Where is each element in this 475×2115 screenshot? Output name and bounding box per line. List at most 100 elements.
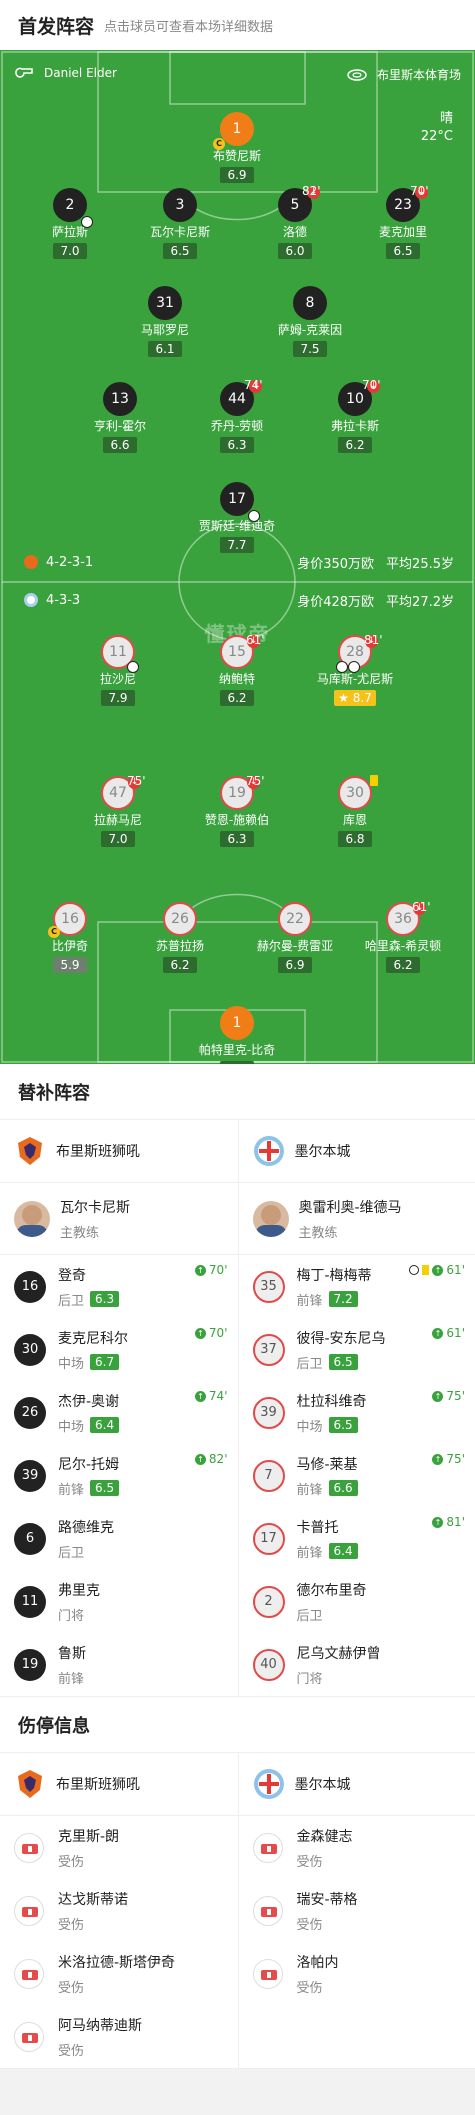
injury-row[interactable]: 米洛拉德-斯塔伊奇受伤 <box>0 1942 238 2005</box>
sub-player-row[interactable]: 19鲁斯前锋 <box>0 1633 238 1696</box>
player-rating: 6.5 <box>163 243 197 259</box>
sub-number: 37 <box>253 1334 285 1366</box>
sub-name: 杰伊-奥谢 <box>58 1391 119 1411</box>
sub-player-row[interactable]: 16登奇后卫6.3↑70' <box>0 1255 238 1318</box>
sub-number: 11 <box>14 1586 46 1618</box>
away-coach[interactable]: 奥雷利奥-维德马 主教练 <box>239 1183 475 1255</box>
player-number: 13 <box>111 391 129 407</box>
home-player[interactable]: 44↓74'乔丹-劳顿6.3 <box>177 382 297 453</box>
sub-meta: 门将 <box>58 1605 100 1624</box>
home-team-row[interactable]: 布里斯班狮吼 <box>0 1120 238 1183</box>
sub-player-row[interactable]: 2德尔布里奇后卫 <box>239 1570 475 1633</box>
sub-player-row[interactable]: 7马修-莱基前锋6.6↑75' <box>239 1444 475 1507</box>
injury-row[interactable]: 洛帕内受伤 <box>239 1942 475 2005</box>
sub-player-row[interactable]: 30麦克尼科尔中场6.7↑70' <box>0 1318 238 1381</box>
best-player-icon: ★ <box>338 691 353 705</box>
away-player[interactable]: 16C比伊奇5.9 <box>10 902 130 973</box>
injury-row[interactable]: 金森健志受伤 <box>239 1816 475 1879</box>
sub-player-row[interactable]: 39杜拉科维奇中场6.5↑75' <box>239 1381 475 1444</box>
rating-value: 7.0 <box>108 832 127 846</box>
sub-position: 门将 <box>58 1605 84 1624</box>
player-number: 22 <box>286 911 304 927</box>
home-player[interactable]: 2萨拉斯7.0 <box>10 188 130 259</box>
brisbane-logo-icon <box>14 1135 46 1167</box>
injury-row[interactable]: 阿马纳蒂迪斯受伤 <box>0 2005 238 2068</box>
yellow-card-icon <box>370 775 378 786</box>
injury-row[interactable]: 瑞安-蒂格受伤 <box>239 1879 475 1942</box>
player-name: 马库斯-尤尼斯 <box>295 671 415 687</box>
sub-info: 尼乌文赫伊曾门将 <box>297 1643 381 1687</box>
sub-rating: 6.5 <box>90 1480 119 1496</box>
player-number-circle: 11 <box>101 635 135 669</box>
player-rating: 7.7 <box>220 537 254 553</box>
sub-time: 74' <box>244 378 263 392</box>
sub-number: 39 <box>253 1397 285 1429</box>
away-player[interactable]: 36↓61'哈里森-希灵顿6.2 <box>343 902 463 973</box>
sub-in-icon: ↑ <box>432 1391 443 1402</box>
away-player[interactable]: 11拉沙尼7.9 <box>58 635 178 706</box>
sub-info: 鲁斯前锋 <box>58 1643 86 1687</box>
home-player[interactable]: 13亨利-霍尔6.6 <box>60 382 180 453</box>
away-player[interactable]: 22赫尔曼-费雷亚6.9 <box>235 902 355 973</box>
player-name: 哈里森-希灵顿 <box>343 938 463 954</box>
away-player[interactable]: 26苏普拉扬6.2 <box>120 902 240 973</box>
home-player[interactable]: 17贾斯廷-维迪奇7.7 <box>177 482 297 553</box>
player-name: 比伊奇 <box>10 938 130 954</box>
home-coach[interactable]: 瓦尔卡尼斯 主教练 <box>0 1183 238 1255</box>
sub-info: 德尔布里奇后卫 <box>297 1580 367 1624</box>
sub-player-row[interactable]: 35梅丁-梅梅蒂前锋7.2↑61' <box>239 1255 475 1318</box>
away-player[interactable]: 30库恩6.8 <box>295 776 415 847</box>
home-avg-age: 平均25.5岁 <box>386 553 454 572</box>
injury-status: 受伤 <box>297 1977 339 1996</box>
sub-in-icon: ↑ <box>432 1517 443 1528</box>
away-player[interactable]: 47↓75'拉赫马尼7.0 <box>58 776 178 847</box>
player-number: 36 <box>394 911 412 927</box>
player-number-circle: 15↓61' <box>220 635 254 669</box>
away-player[interactable]: 19↓75'赞恩-施赖伯6.3 <box>177 776 297 847</box>
away-team-logo-small <box>24 593 38 607</box>
injured-player-name: 金森健志 <box>297 1826 353 1846</box>
player-rating: 6.9 <box>220 167 254 183</box>
away-player[interactable]: 28↓81'马库斯-尤尼斯★ 8.7 <box>295 635 415 706</box>
away-injury-team-row[interactable]: 墨尔本城 <box>239 1753 475 1816</box>
sub-name: 尼乌文赫伊曾 <box>297 1643 381 1663</box>
weather: 晴 22°C <box>421 110 453 146</box>
away-player[interactable]: 1帕特里克-比奇6.1 <box>177 1006 297 1064</box>
home-injury-team-row[interactable]: 布里斯班狮吼 <box>0 1753 238 1816</box>
home-player[interactable]: 3瓦尔卡尼斯6.5 <box>120 188 240 259</box>
home-player[interactable]: 23↓70'麦克加里6.5 <box>343 188 463 259</box>
away-player[interactable]: 15↓61'纳鲍特6.2 <box>177 635 297 706</box>
sub-time-value: 70' <box>209 1326 228 1340</box>
home-player[interactable]: 1C布赞尼斯6.9 <box>177 112 297 183</box>
injury-row[interactable]: 达戈斯蒂诺受伤 <box>0 1879 238 1942</box>
sub-in-icon: ↑ <box>432 1454 443 1465</box>
player-number: 17 <box>228 491 246 507</box>
medical-kit-icon <box>253 1896 283 1926</box>
home-formation-bar: 4-2-3-1 身价350万欧 平均25.5岁 <box>24 552 454 572</box>
sub-player-row[interactable]: 37彼得-安东尼乌后卫6.5↑61' <box>239 1318 475 1381</box>
sub-meta: 前锋6.6 <box>297 1479 358 1498</box>
away-coach-role: 主教练 <box>299 1222 402 1241</box>
sub-player-row[interactable]: 11弗里克门将 <box>0 1570 238 1633</box>
home-player[interactable]: 5↓82'洛德6.0 <box>235 188 355 259</box>
home-player[interactable]: 31马耶罗尼6.1 <box>105 286 225 357</box>
sub-position: 中场 <box>297 1416 323 1435</box>
away-value: 身价428万欧 <box>297 591 374 610</box>
sub-player-row[interactable]: 26杰伊-奥谢中场6.4↑74' <box>0 1381 238 1444</box>
away-team-row[interactable]: 墨尔本城 <box>239 1120 475 1183</box>
sub-name: 杜拉科维奇 <box>297 1391 367 1411</box>
sub-player-row[interactable]: 39尼尔-托姆前锋6.5↑82' <box>0 1444 238 1507</box>
sub-meta: 门将 <box>297 1668 381 1687</box>
injury-row[interactable]: 克里斯-朗受伤 <box>0 1816 238 1879</box>
player-number: 15 <box>228 644 246 660</box>
sub-player-row[interactable]: 40尼乌文赫伊曾门将 <box>239 1633 475 1696</box>
sub-player-row[interactable]: 6路德维克后卫 <box>0 1507 238 1570</box>
lineup-title: 首发阵容 <box>18 12 94 39</box>
sub-player-row[interactable]: 17卡普托前锋6.4↑81' <box>239 1507 475 1570</box>
home-player[interactable]: 10↓70'弗拉卡斯6.2 <box>295 382 415 453</box>
sub-position: 后卫 <box>297 1353 323 1372</box>
sub-name: 马修-莱基 <box>297 1454 358 1474</box>
rating-value: 6.9 <box>285 958 304 972</box>
home-player[interactable]: 8萨姆-克莱因7.5 <box>250 286 370 357</box>
sub-name: 尼尔-托姆 <box>58 1454 119 1474</box>
